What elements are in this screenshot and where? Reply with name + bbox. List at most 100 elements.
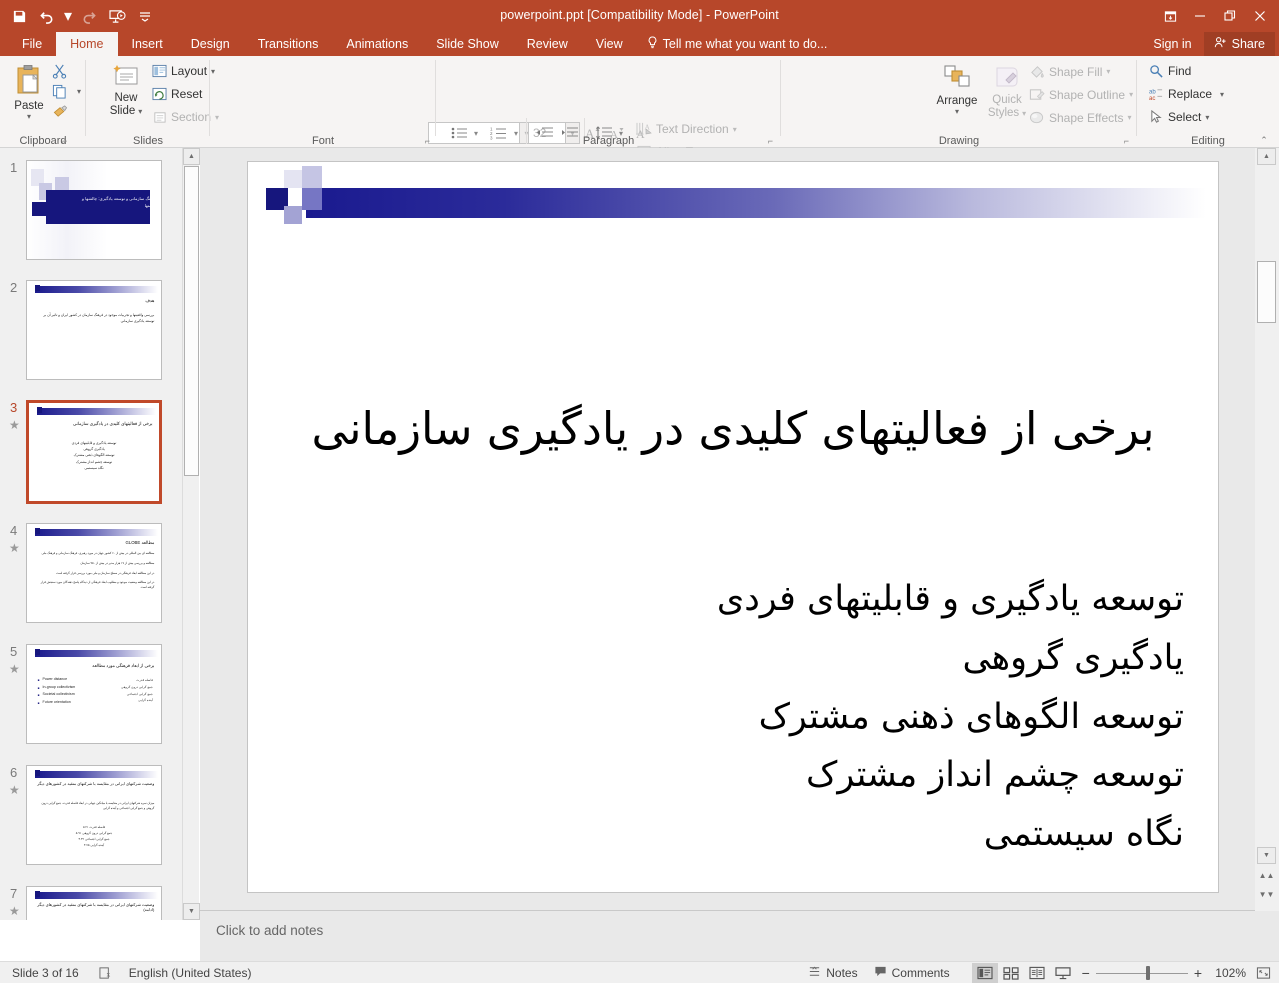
notes-pane[interactable]: Click to add notes <box>200 911 1279 961</box>
normal-view-button[interactable] <box>972 963 998 983</box>
thumbnail-scroll-thumb[interactable] <box>184 166 199 476</box>
previous-slide-button[interactable]: ▲▲ <box>1257 867 1276 884</box>
reading-view-button[interactable] <box>1024 963 1050 983</box>
tab-transitions[interactable]: Transitions <box>244 32 333 56</box>
restore-icon[interactable] <box>1215 1 1245 31</box>
thumbnail-item-4[interactable]: 4 ★ مطالعه GLOBE مطالعه ای بین المللی در… <box>0 523 182 628</box>
cut-button[interactable] <box>52 64 67 79</box>
drawing-dialog-launcher[interactable]: ⌐ <box>1124 136 1129 146</box>
thumbnail-preview-7[interactable]: وضعیت شرکتهای ایرانی در مقایسه با شرکتها… <box>26 886 162 920</box>
tab-home[interactable]: Home <box>56 32 117 56</box>
ribbon-tab-bar: File Home Insert Design Transitions Anim… <box>0 32 1279 56</box>
replace-dropdown-icon[interactable]: ▾ <box>1220 90 1224 99</box>
thumbnail-scroll-down-icon[interactable]: ▼ <box>183 903 200 920</box>
comments-toggle-button[interactable]: Comments <box>866 965 958 981</box>
ribbon-display-options-icon[interactable] <box>1155 1 1185 31</box>
share-button[interactable]: Share <box>1204 32 1275 56</box>
thumbnail-item-5[interactable]: 5 ★ برخی از ابعاد فرهنگی مورد مطالعه ■Po… <box>0 644 182 749</box>
current-slide-canvas[interactable]: برخی از فعالیتهای کلیدی در یادگیری سازما… <box>248 162 1218 892</box>
text-direction-dropdown-icon[interactable]: ▾ <box>733 125 737 134</box>
zoom-slider[interactable] <box>1096 963 1188 983</box>
select-button[interactable]: Select ▾ <box>1149 110 1209 124</box>
layout-button[interactable]: Layout ▾ <box>152 64 215 78</box>
shape-outline-dropdown-icon[interactable]: ▾ <box>1129 90 1133 99</box>
tab-file[interactable]: File <box>8 32 56 56</box>
slide-sorter-view-button[interactable] <box>998 963 1024 983</box>
quick-styles-dropdown-icon[interactable]: ▾ <box>1022 109 1026 118</box>
arrange-icon <box>942 64 972 93</box>
paragraph-dialog-launcher[interactable]: ⌐ <box>768 136 773 146</box>
slide-scroll-thumb[interactable] <box>1257 261 1276 323</box>
slide-scroll-up-icon[interactable]: ▲ <box>1257 148 1276 165</box>
thumbnail-item-7[interactable]: 7 ★ وضعیت شرکتهای ایرانی در مقایسه با شر… <box>0 886 182 920</box>
thumbnail-preview-5[interactable]: برخی از ابعاد فرهنگی مورد مطالعه ■Power … <box>26 644 162 744</box>
font-dialog-launcher[interactable]: ⌐ <box>425 136 430 146</box>
minimize-icon[interactable] <box>1185 1 1215 31</box>
shape-fill-button[interactable]: Shape Fill ▾ <box>1029 64 1110 79</box>
thumbnail-scroll-up-icon[interactable]: ▲ <box>183 148 200 165</box>
tab-design[interactable]: Design <box>177 32 244 56</box>
notes-toggle-button[interactable]: Notes <box>800 965 865 981</box>
arrange-button[interactable]: Arrange ▾ <box>931 64 983 116</box>
format-painter-button[interactable] <box>52 104 68 119</box>
tab-insert[interactable]: Insert <box>118 32 177 56</box>
shape-fill-dropdown-icon[interactable]: ▾ <box>1106 67 1110 76</box>
new-slide-button[interactable]: New Slide ▾ <box>100 64 152 117</box>
slide-show-view-button[interactable] <box>1050 963 1076 983</box>
slide-scroll-down-icon[interactable]: ▼ <box>1257 847 1276 864</box>
copy-button[interactable]: ▾ <box>52 84 81 99</box>
shape-outline-button[interactable]: Shape Outline ▾ <box>1029 87 1133 102</box>
thumbnail-preview-3[interactable]: برخی از فعالیتهای کلیدی در یادگیری سازما… <box>26 400 162 504</box>
tab-animations[interactable]: Animations <box>332 32 422 56</box>
spell-check-icon[interactable]: x <box>87 966 121 980</box>
thumbnail-item-1[interactable]: 1 فرهنگ سازمانی و توسعه یادگیری: چالشها … <box>0 160 182 265</box>
shape-effects-dropdown-icon[interactable]: ▾ <box>1128 113 1132 122</box>
thumbnail-pane-scrollbar[interactable]: ▲ ▼ <box>182 148 199 920</box>
clipboard-dialog-launcher[interactable]: ⌐ <box>62 136 67 146</box>
slide-body-text[interactable]: توسعه یادگیری و قابلیتهای فردی یادگیری گ… <box>288 570 1198 864</box>
slide-area-scrollbar[interactable]: ▲ ▼ ▲▲ ▼▼ <box>1255 148 1279 920</box>
find-button[interactable]: Find <box>1149 64 1191 78</box>
next-slide-button[interactable]: ▼▼ <box>1257 886 1276 903</box>
arrange-dropdown-icon[interactable]: ▾ <box>955 107 959 116</box>
thumbnail-preview-2[interactable]: هدف بررسی واقعیتها و تجربیات موجود در فر… <box>26 280 162 380</box>
paste-button[interactable]: Paste ▾ <box>6 64 52 121</box>
paste-dropdown-icon[interactable]: ▾ <box>27 112 31 121</box>
tell-me-box[interactable]: Tell me what you want to do... <box>637 32 838 56</box>
reset-label: Reset <box>171 87 202 101</box>
powerpoint-window: ▾ powerpoint.ppt [Compatibility Mode] - … <box>0 0 1279 983</box>
zoom-level-label[interactable]: 102% <box>1208 966 1250 980</box>
replace-button[interactable]: abac Replace ▾ <box>1149 87 1224 101</box>
reset-button[interactable]: Reset <box>152 87 202 101</box>
slide-thumbnail-pane[interactable]: 1 فرهنگ سازمانی و توسعه یادگیری: چالشها … <box>0 148 182 920</box>
text-direction-button[interactable]: A Text Direction ▾ <box>636 122 737 136</box>
tab-slide-show[interactable]: Slide Show <box>422 32 513 56</box>
close-icon[interactable] <box>1245 1 1275 31</box>
copy-dropdown-icon[interactable]: ▾ <box>77 87 81 96</box>
thumbnail-preview-1[interactable]: فرهنگ سازمانی و توسعه یادگیری: چالشها و … <box>26 160 162 260</box>
ribbon-group-drawing: ▤ ╲ ↘ ▭ ○ ▢ △ ⌐ ⌐› ⇨ ⇩ ◔ ʕ ⌒ ∿ { } ☆ ▲ <box>781 56 1137 148</box>
animation-star-icon-3: ★ <box>9 418 20 432</box>
slide-body-line-5: نگاه سیستمی <box>288 805 1198 864</box>
new-slide-dropdown-icon[interactable]: ▾ <box>138 107 142 116</box>
slide-body-line-4: توسعه چشم انداز مشترک <box>288 746 1198 805</box>
thumbnail-title-2: هدف <box>34 298 155 304</box>
thumbnail-item-2[interactable]: 2 هدف بررسی واقعیتها و تجربیات موجود در … <box>0 280 182 385</box>
tab-review[interactable]: Review <box>513 32 582 56</box>
collapse-ribbon-button[interactable]: ⌃ <box>1255 133 1273 147</box>
zoom-slider-handle[interactable] <box>1146 966 1150 980</box>
notes-icon <box>808 965 821 981</box>
shape-effects-button[interactable]: Shape Effects ▾ <box>1029 110 1132 125</box>
zoom-in-button[interactable]: + <box>1188 965 1208 981</box>
tab-view[interactable]: View <box>582 32 637 56</box>
thumbnail-preview-6[interactable]: وضعیت شرکتهای ایرانی در مقایسه با شرکتها… <box>26 765 162 865</box>
zoom-out-button[interactable]: − <box>1076 965 1096 981</box>
thumbnail-item-6[interactable]: 6 ★ وضعیت شرکتهای ایرانی در مقایسه با شر… <box>0 765 182 870</box>
quick-styles-button[interactable]: Quick Styles ▾ <box>983 64 1031 119</box>
thumbnail-preview-4[interactable]: مطالعه GLOBE مطالعه ای بین المللی در بیش… <box>26 523 162 623</box>
fit-to-window-button[interactable] <box>1250 966 1279 980</box>
thumbnail-item-3[interactable]: 3 ★ برخی از فعالیتهای کلیدی در یادگیری س… <box>0 400 182 510</box>
slide-title-text[interactable]: برخی از فعالیتهای کلیدی در یادگیری سازما… <box>288 404 1178 454</box>
select-dropdown-icon[interactable]: ▾ <box>1205 113 1209 122</box>
sign-in-button[interactable]: Sign in <box>1141 37 1203 51</box>
